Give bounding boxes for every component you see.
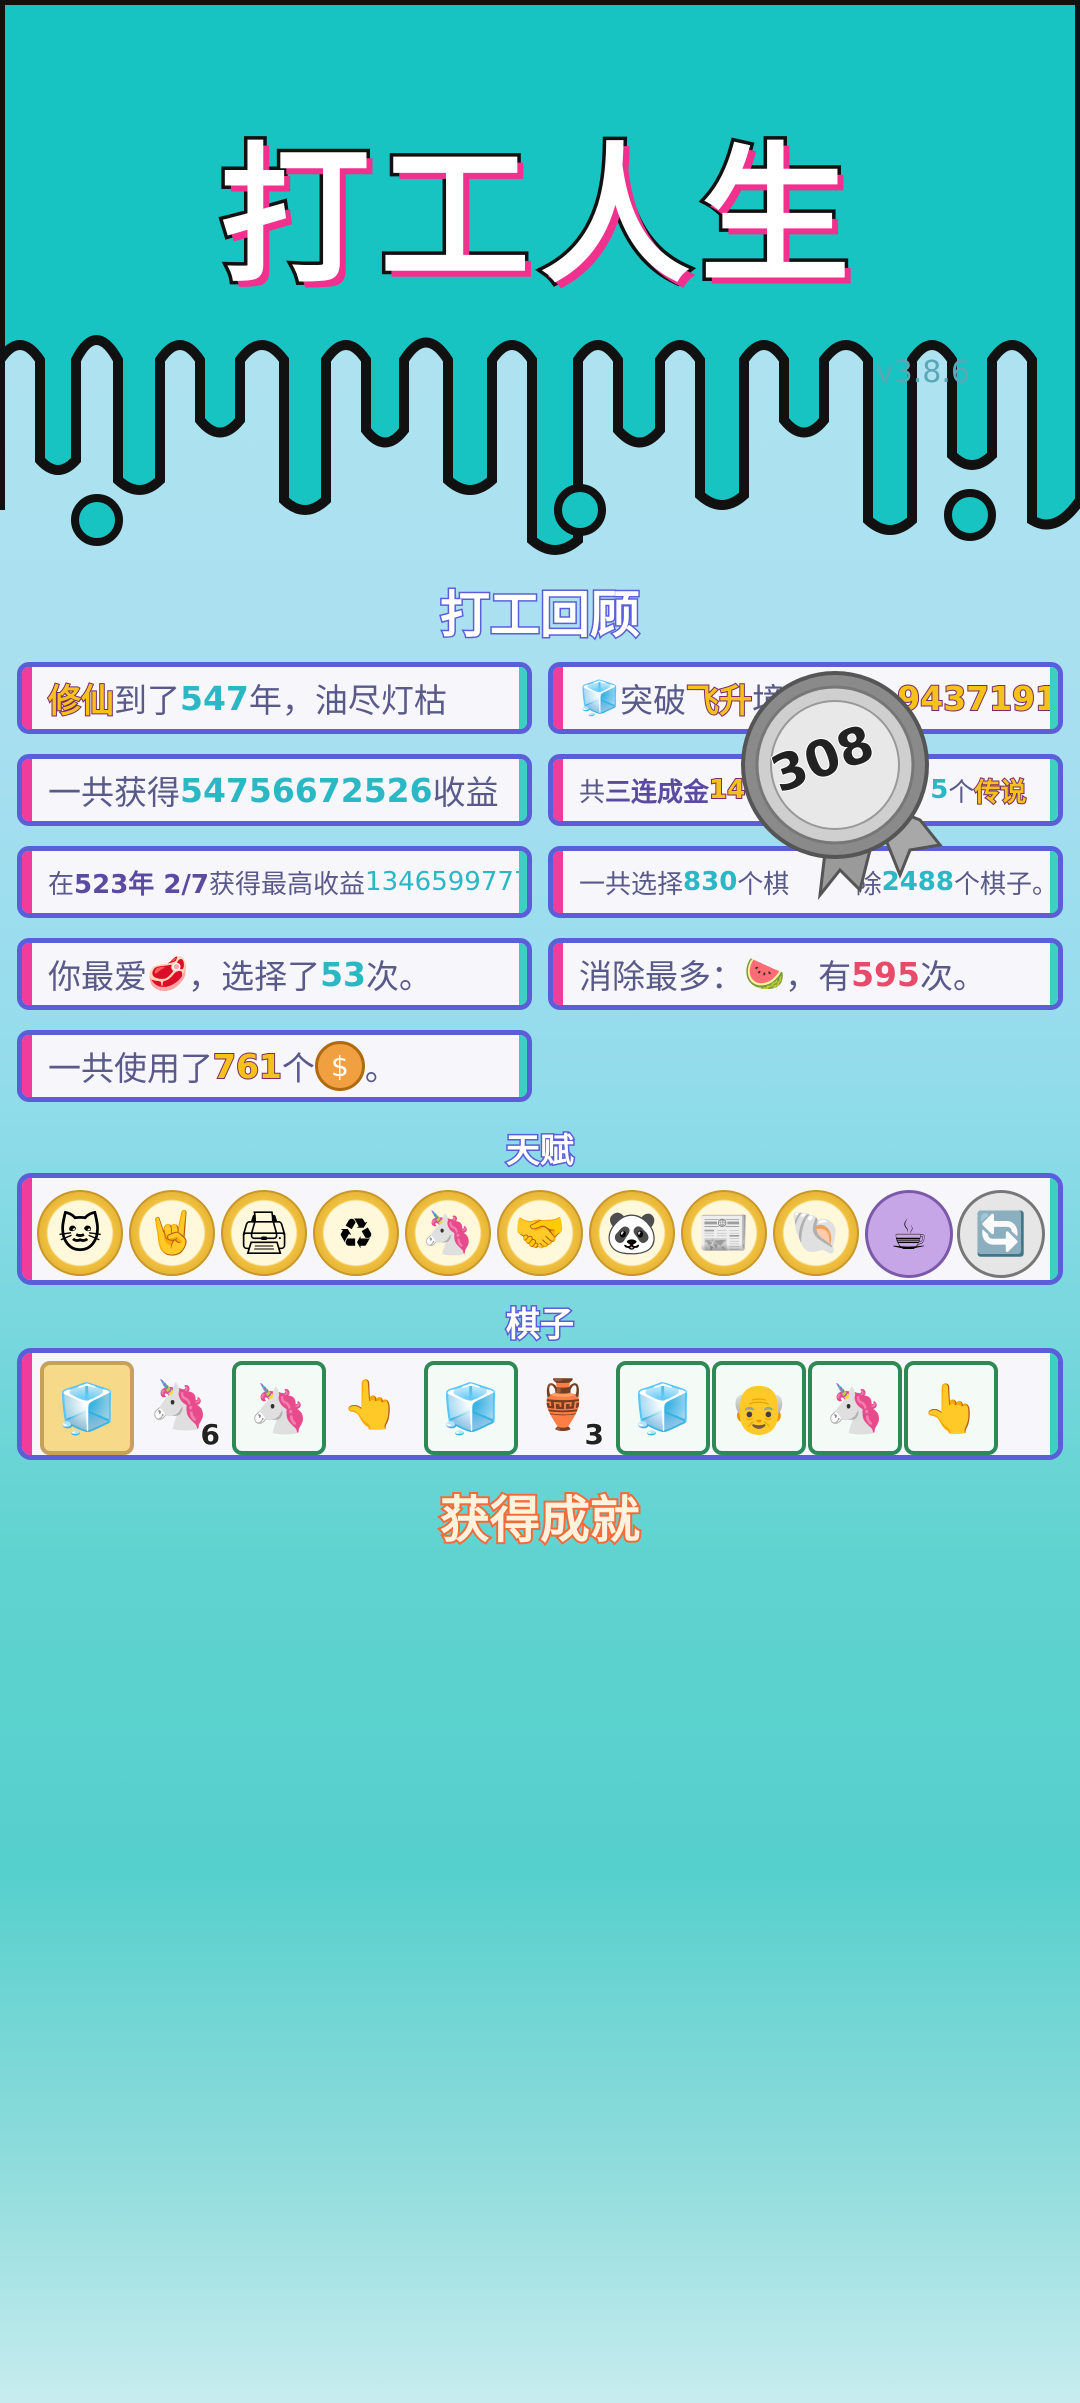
- favorite-count: 53: [320, 954, 367, 994]
- fridge-icon: 🧊: [579, 678, 621, 717]
- piece-glyph: 👆: [921, 1380, 981, 1437]
- piece-glyph: 🦄: [825, 1380, 885, 1437]
- plus100-cup-icon[interactable]: ☕: [865, 1190, 953, 1278]
- card-text: 突破: [620, 681, 687, 720]
- rock-hand-icon[interactable]: 🤘: [129, 1190, 215, 1276]
- pieces-selected-value: 830: [683, 867, 738, 897]
- talents-bar: 🐱 🤘 🖨 ♻ 🦄 🤝 🐼 📰 🐚 ☕ 🔄: [17, 1173, 1063, 1285]
- fridge-icon[interactable]: 🧊: [616, 1361, 710, 1455]
- card-text: 一共获得: [48, 773, 180, 812]
- card-text: ，有: [785, 957, 852, 996]
- card-text: 次。: [366, 957, 433, 996]
- card-text: 你最爱: [48, 957, 147, 996]
- game-title: 打工人生: [216, 127, 860, 308]
- unicorn-icon[interactable]: 🦄: [808, 1361, 902, 1455]
- piece-count: 3: [583, 1417, 605, 1452]
- fridge-icon[interactable]: 🧊: [40, 1361, 134, 1455]
- handshake-icon[interactable]: 🤝: [497, 1190, 583, 1276]
- best-income-date: 523年 2/7: [74, 869, 210, 900]
- card-text: 年，油尽灯枯: [248, 681, 447, 720]
- watermelon-icon: 🍉: [744, 954, 786, 993]
- piece-glyph: 🧊: [441, 1380, 501, 1437]
- card-text: 个: [281, 1049, 315, 1088]
- pointing-hand-icon[interactable]: 👆: [328, 1361, 414, 1447]
- card-text: 。: [364, 1049, 398, 1088]
- review-card-best-income: 在 523年 2/7 获得最高收益 13465997774: [17, 846, 532, 918]
- printer-icon[interactable]: 🖨: [221, 1190, 307, 1276]
- most-removed-count: 595: [851, 954, 920, 994]
- piece-glyph: 🧊: [57, 1380, 117, 1437]
- coins-used-value: 761: [212, 1046, 283, 1087]
- cat-icon[interactable]: 🐱: [37, 1190, 123, 1276]
- review-card-coins-used: 一共使用了 761 个 $ 。: [17, 1030, 532, 1102]
- years-value: 547: [180, 678, 249, 718]
- review-card-most-removed: 消除最多： 🍉 ，有 595 次。: [548, 938, 1063, 1010]
- card-text: 到了: [114, 681, 180, 720]
- pieces-section-title: 棋子: [505, 1304, 576, 1347]
- review-card-favorite: 你最爱 🥩 ，选择了 53 次。: [17, 938, 532, 1010]
- piece-glyph: 👴: [729, 1380, 789, 1437]
- recycle-icon[interactable]: ♻: [313, 1190, 399, 1276]
- header: 打工人生 v3.8.6: [0, 0, 1080, 560]
- achievements-section-title: 获得成就: [438, 1489, 642, 1551]
- piece-glyph: 👆: [341, 1376, 401, 1433]
- card-text: 获得最高收益: [209, 869, 366, 900]
- unicorn-icon[interactable]: 🦄: [405, 1190, 491, 1276]
- version-label: v3.8.6: [875, 355, 970, 390]
- fridge-icon[interactable]: 🧊: [424, 1361, 518, 1455]
- time-magazine-icon[interactable]: 📰: [681, 1190, 767, 1276]
- steak-icon: 🥩: [147, 954, 189, 993]
- card-text: 收益: [432, 773, 499, 812]
- unicorn-icon[interactable]: 🦄 6: [136, 1361, 222, 1453]
- green-vase-icon[interactable]: 🏺 3: [520, 1361, 606, 1453]
- card-text: 共: [579, 777, 606, 808]
- rank-badge[interactable]: 308: [740, 660, 970, 901]
- shell-icon[interactable]: 🐚: [773, 1190, 859, 1276]
- card-text: 次。: [919, 957, 986, 996]
- refresh-icon[interactable]: 🔄: [957, 1190, 1045, 1278]
- pieces-bar: 🧊 🦄 6 🦄 👆 🧊 🏺 3 🧊 👴 🦄 👆: [17, 1348, 1063, 1460]
- review-section-title: 打工回顾: [439, 585, 642, 646]
- card-text: 一共选择: [579, 869, 684, 900]
- unicorn-icon[interactable]: 🦄: [232, 1361, 326, 1455]
- panda-icon[interactable]: 🐼: [589, 1190, 675, 1276]
- piece-glyph: 🦄: [249, 1380, 309, 1437]
- card-text: ，选择了: [188, 957, 321, 996]
- talents-section-title: 天赋: [505, 1130, 576, 1173]
- triple-merge-label: 三连成金: [605, 777, 710, 808]
- total-income-value: 54756672526: [180, 770, 433, 810]
- coin-icon: $: [314, 1041, 365, 1091]
- pointing-hand-icon[interactable]: 👆: [904, 1361, 998, 1455]
- piece-count: 6: [199, 1417, 221, 1452]
- old-man-icon[interactable]: 👴: [712, 1361, 806, 1455]
- card-text: 一共使用了: [48, 1049, 213, 1088]
- review-card-cultivation: 修仙 到了 547 年，油尽灯枯: [17, 662, 532, 734]
- best-income-value: 13465997774: [365, 867, 532, 897]
- piece-glyph: 🧊: [633, 1380, 693, 1437]
- review-card-total-income: 一共获得 54756672526 收益: [17, 754, 532, 826]
- cultivation-label: 修仙: [47, 680, 115, 721]
- card-text: 在: [48, 869, 75, 900]
- card-text: 消除最多：: [579, 957, 744, 996]
- legend-label: 传说: [973, 777, 1027, 809]
